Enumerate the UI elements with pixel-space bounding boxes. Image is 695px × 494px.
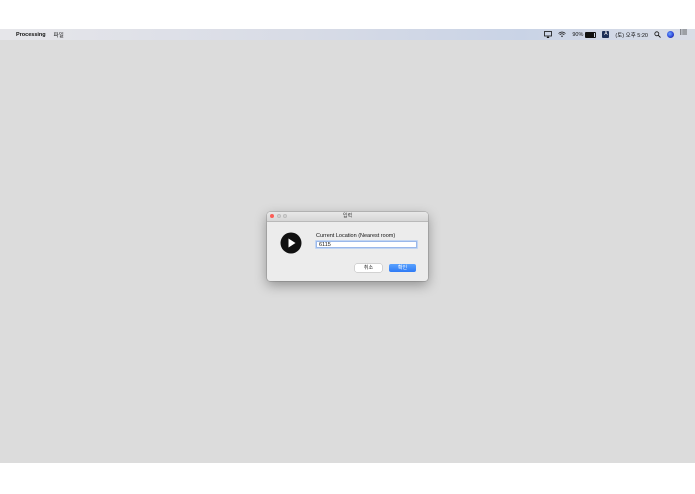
battery-level-fill — [586, 32, 595, 37]
battery-indicator[interactable]: 90% — [572, 31, 597, 38]
siri-icon[interactable] — [667, 31, 674, 38]
menu-file[interactable]: 파일 — [54, 31, 64, 39]
cancel-button[interactable]: 취소 — [355, 264, 382, 272]
dialog-titlebar[interactable]: 입력 — [267, 212, 428, 222]
notification-center-icon[interactable] — [680, 29, 687, 40]
dialog-title: 입력 — [342, 213, 353, 219]
battery-icon — [585, 31, 597, 38]
menu-bar: Processing 파일 90% A (토) 오후 5:20 — [0, 29, 695, 40]
wifi-icon[interactable] — [558, 31, 567, 38]
airplay-icon[interactable] — [544, 31, 553, 38]
ok-button[interactable]: 확인 — [389, 264, 416, 272]
play-icon — [280, 232, 302, 254]
search-icon[interactable] — [654, 31, 661, 38]
minimize-window-icon — [276, 214, 281, 218]
app-menu[interactable]: Processing — [16, 32, 46, 38]
battery-percent: 90% — [572, 31, 584, 38]
clock[interactable]: (토) 오후 5:20 — [615, 31, 648, 39]
close-window-icon[interactable] — [270, 214, 274, 218]
input-dialog: 입력 Current Location (Nearest room) 6115 … — [267, 212, 428, 281]
dialog-prompt: Current Location (Nearest room) — [316, 233, 396, 239]
zoom-window-icon — [283, 214, 287, 218]
location-input[interactable]: 6115 — [316, 241, 417, 248]
input-source-icon[interactable]: A — [602, 31, 610, 38]
